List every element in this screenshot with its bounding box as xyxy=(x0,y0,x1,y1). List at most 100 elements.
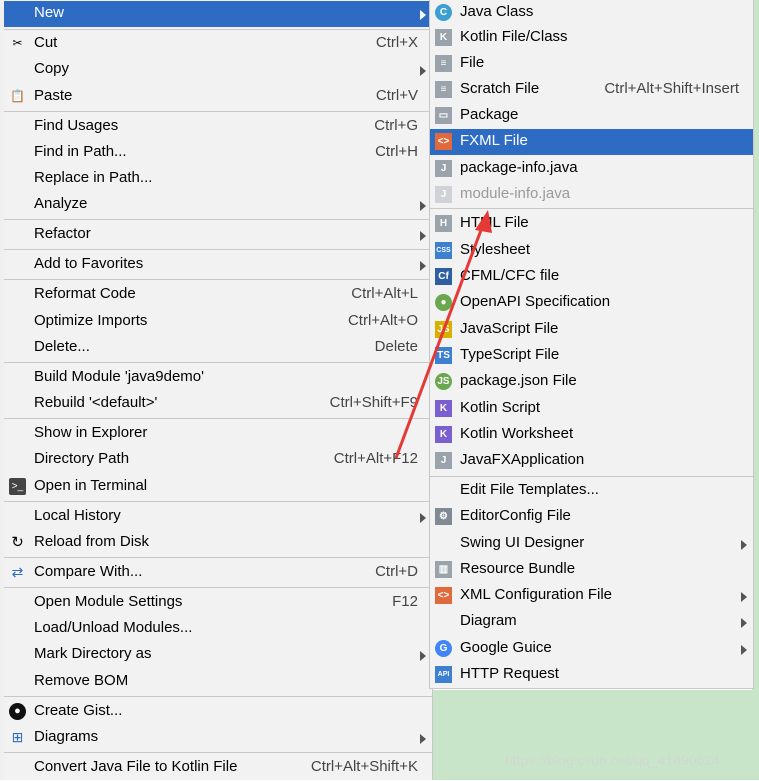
new-submenu: C Java Class K Kotlin File/Class ≡ File ≡ Scrat… xyxy=(429,0,754,689)
submenu-item-openapi-specification[interactable]: ● OpenAPI Specification xyxy=(430,290,753,316)
gear-icon: ⚙ xyxy=(435,508,452,525)
separator xyxy=(430,476,753,477)
submenu-item-html-file[interactable]: H HTML File xyxy=(430,211,753,237)
submenu-item-http-request[interactable]: API HTTP Request xyxy=(430,662,753,688)
submenu-item-typescript-file[interactable]: TS TypeScript File xyxy=(430,343,753,369)
submenu-item-editorconfig-file[interactable]: ⚙ EditorConfig File xyxy=(430,504,753,530)
menu-item-find-in-path[interactable]: Find in Path... Ctrl+H xyxy=(4,140,432,166)
menu-item-reload-from-disk[interactable]: ↻ Reload from Disk xyxy=(4,530,432,556)
menu-item-delete[interactable]: Delete... Delete xyxy=(4,335,432,361)
submenu-item-module-info-java: Jmodule-info.java xyxy=(430,182,753,208)
clipboard-icon: 📋 xyxy=(10,89,25,103)
java-file-icon: J xyxy=(435,186,452,203)
scratch-file-icon: ≡ xyxy=(435,81,452,98)
menu-item-diagrams[interactable]: ⊞ Diagrams xyxy=(4,725,432,751)
cfml-file-icon: Cf xyxy=(435,268,452,285)
separator xyxy=(4,557,432,558)
submenu-item-kotlin-script[interactable]: K Kotlin Script xyxy=(430,396,753,422)
separator xyxy=(4,418,432,419)
menu-item-local-history[interactable]: Local History xyxy=(4,504,432,530)
kotlin-worksheet-icon: K xyxy=(435,426,452,443)
menu-item-find-usages[interactable]: Find Usages Ctrl+G xyxy=(4,114,432,140)
menu-item-load-unload-modules[interactable]: Load/Unload Modules... xyxy=(4,616,432,642)
menu-item-rebuild[interactable]: Rebuild '<default>' Ctrl+Shift+F9 xyxy=(4,391,432,417)
submenu-arrow-icon xyxy=(420,66,426,76)
submenu-arrow-icon xyxy=(420,261,426,271)
submenu-item-swing-ui-designer[interactable]: Swing UI Designer xyxy=(430,531,753,557)
menu-item-build-module[interactable]: Build Module 'java9demo' xyxy=(4,365,432,391)
separator xyxy=(4,587,432,588)
separator xyxy=(4,29,432,30)
diagram-icon: ⊞ xyxy=(11,729,24,745)
menu-item-create-gist[interactable]: ● Create Gist... xyxy=(4,699,432,725)
kotlin-file-icon: K xyxy=(435,29,452,46)
submenu-arrow-icon xyxy=(741,645,747,655)
html-file-icon: H xyxy=(435,215,452,232)
menu-item-reformat-code[interactable]: Reformat Code Ctrl+Alt+L xyxy=(4,282,432,308)
google-icon: G xyxy=(435,640,452,657)
submenu-item-cfml-cfc-file[interactable]: Cf CFML/CFC file xyxy=(430,264,753,290)
resource-bundle-icon: ▥ xyxy=(435,561,452,578)
menu-item-mark-directory-as[interactable]: Mark Directory as xyxy=(4,642,432,668)
submenu-item-resource-bundle[interactable]: ▥ Resource Bundle xyxy=(430,557,753,583)
nodejs-icon: JS xyxy=(435,373,452,390)
separator xyxy=(4,752,432,753)
submenu-item-google-guice[interactable]: G Google Guice xyxy=(430,636,753,662)
menu-item-show-in-explorer[interactable]: Show in Explorer xyxy=(4,421,432,447)
submenu-item-javafxapplication[interactable]: J JavaFXApplication xyxy=(430,448,753,474)
menu-item-add-to-favorites[interactable]: Add to Favorites xyxy=(4,252,432,278)
submenu-item-edit-file-templates[interactable]: Edit File Templates... xyxy=(430,478,753,504)
menu-item-refactor[interactable]: Refactor xyxy=(4,222,432,248)
xml-file-icon: <> xyxy=(435,587,452,604)
submenu-arrow-icon xyxy=(741,618,747,628)
api-icon: API xyxy=(435,666,452,683)
fxml-file-icon: <> xyxy=(435,133,452,150)
submenu-arrow-icon xyxy=(420,734,426,744)
submenu-arrow-icon xyxy=(420,513,426,523)
submenu-item-fxml-file[interactable]: <> FXML File xyxy=(430,129,753,155)
package-icon: ▭ xyxy=(435,107,452,124)
submenu-item-kotlin-file-class[interactable]: K Kotlin File/Class xyxy=(430,25,753,51)
menu-item-copy[interactable]: Copy xyxy=(4,57,432,83)
menu-item-analyze[interactable]: Analyze xyxy=(4,192,432,218)
submenu-item-scratch-file[interactable]: ≡ Scratch File Ctrl+Alt+Shift+Insert xyxy=(430,77,753,103)
separator xyxy=(4,362,432,363)
submenu-arrow-icon xyxy=(420,10,426,20)
java-file-icon: J xyxy=(435,160,452,177)
submenu-arrow-icon xyxy=(420,231,426,241)
menu-item-open-module-settings[interactable]: Open Module Settings F12 xyxy=(4,590,432,616)
menu-item-directory-path[interactable]: Directory Path Ctrl+Alt+F12 xyxy=(4,447,432,473)
submenu-item-javascript-file[interactable]: JS JavaScript File xyxy=(430,317,753,343)
separator xyxy=(4,111,432,112)
menu-item-cut[interactable]: ✂ Cut Ctrl+X xyxy=(4,31,432,57)
submenu-item-stylesheet[interactable]: CSS Stylesheet xyxy=(430,238,753,264)
github-icon: ● xyxy=(9,703,26,720)
compare-icon: ⇄ xyxy=(11,564,24,580)
menu-item-convert-java-to-kotlin[interactable]: Convert Java File to Kotlin File Ctrl+Al… xyxy=(4,755,432,781)
submenu-item-package-info-java[interactable]: Jpackage-info.java xyxy=(430,156,753,182)
submenu-item-kotlin-worksheet[interactable]: K Kotlin Worksheet xyxy=(430,422,753,448)
javascript-file-icon: JS xyxy=(435,321,452,338)
menu-item-replace-in-path[interactable]: Replace in Path... xyxy=(4,166,432,192)
menu-item-optimize-imports[interactable]: Optimize Imports Ctrl+Alt+O xyxy=(4,309,432,335)
submenu-item-file[interactable]: ≡ File xyxy=(430,51,753,77)
menu-item-remove-bom[interactable]: Remove BOM xyxy=(4,669,432,695)
java-class-icon: C xyxy=(435,4,452,21)
menu-item-compare-with[interactable]: ⇄ Compare With... Ctrl+D xyxy=(4,560,432,586)
terminal-icon: >_ xyxy=(9,478,26,495)
menu-item-new[interactable]: New xyxy=(4,1,432,27)
separator xyxy=(4,279,432,280)
submenu-item-diagram[interactable]: Diagram xyxy=(430,609,753,635)
submenu-item-package[interactable]: ▭ Package xyxy=(430,103,753,129)
kotlin-script-icon: K xyxy=(435,400,452,417)
separator xyxy=(4,219,432,220)
reload-icon: ↻ xyxy=(11,534,24,551)
submenu-item-java-class[interactable]: C Java Class xyxy=(430,0,753,26)
watermark: https://blog.csdn.net/qq_41890624 xyxy=(505,752,720,768)
submenu-item-xml-configuration-file[interactable]: <> XML Configuration File xyxy=(430,583,753,609)
java-file-icon: J xyxy=(435,452,452,469)
menu-item-paste[interactable]: 📋 Paste Ctrl+V xyxy=(4,84,432,110)
submenu-arrow-icon xyxy=(741,592,747,602)
menu-item-open-in-terminal[interactable]: >_ Open in Terminal xyxy=(4,474,432,500)
submenu-item-package-json-file[interactable]: JS package.json File xyxy=(430,369,753,395)
